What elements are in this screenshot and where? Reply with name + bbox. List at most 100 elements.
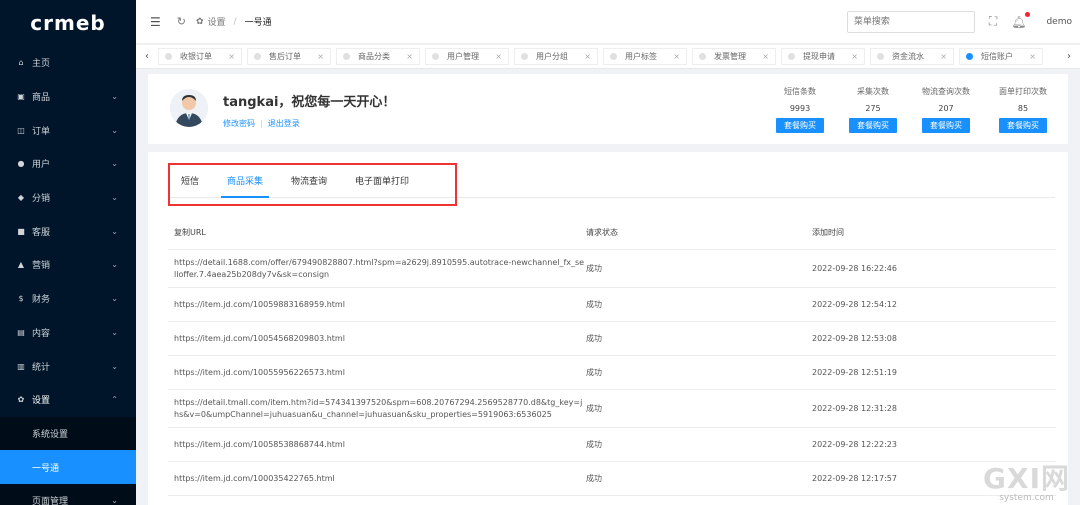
tab-dot-icon: [966, 53, 973, 60]
sidebar-subitem-label: 一号通: [32, 463, 60, 474]
chevron-icon: ⌄: [111, 125, 118, 135]
stat-label: 短信条数: [784, 87, 816, 96]
fullscreen-icon[interactable]: ⛶: [989, 14, 997, 29]
sidebar-item[interactable]: ▲ 营销 ⌄: [0, 248, 136, 282]
tab-dot-icon: [165, 53, 172, 60]
sidebar-item[interactable]: ◫ 订单 ⌄: [0, 113, 136, 147]
user-name[interactable]: demo: [1046, 17, 1072, 27]
sidebar-subitem-label: 页面管理: [32, 497, 69, 505]
page-tab[interactable]: 资金流水 ×: [870, 48, 954, 65]
sidebar-item[interactable]: ▤ 内容 ⌄: [0, 316, 136, 350]
logout-link[interactable]: 退出登录: [268, 119, 300, 128]
breadcrumb-separator: /: [233, 16, 237, 27]
change-password-link[interactable]: 修改密码: [223, 119, 255, 128]
col-header-url: 复制URL: [174, 227, 206, 237]
buy-package-button[interactable]: 套餐购买: [776, 118, 824, 133]
sidebar-item-label: 财务: [32, 295, 51, 306]
tab-label: 提现申请: [803, 52, 835, 61]
chevron-icon: ⌄: [111, 92, 118, 102]
page-tab[interactable]: 短信账户 ×: [959, 48, 1043, 65]
tab-dot-icon: [343, 53, 350, 60]
stat-value: 9993: [789, 104, 811, 113]
close-icon[interactable]: ×: [228, 52, 235, 61]
sidebar-item[interactable]: ⌂ 主页: [0, 46, 136, 80]
sidebar-item-label: 商品: [32, 93, 51, 104]
close-icon[interactable]: ×: [584, 52, 591, 61]
stat-label: 面单打印次数: [999, 87, 1047, 96]
close-icon[interactable]: ×: [762, 52, 769, 61]
sidebar-item[interactable]: ● 用户 ⌄: [0, 147, 136, 181]
tabs-prev-icon[interactable]: ‹: [136, 51, 158, 62]
chevron-icon: ⌄: [111, 294, 118, 304]
close-icon[interactable]: ×: [851, 52, 858, 61]
url-cell: https://item.jd.com/10054568209803.html: [174, 333, 345, 343]
tab-label: 售后订单: [269, 52, 301, 61]
close-icon[interactable]: ×: [406, 52, 413, 61]
page-tab[interactable]: 提现申请 ×: [781, 48, 865, 65]
sidebar-item-label: 订单: [32, 126, 51, 137]
page-tab[interactable]: 发票管理 ×: [692, 48, 776, 65]
chevron-icon: ⌄: [111, 361, 118, 371]
table-row: https://item.jd.com/10058538868744.html 成…: [168, 428, 1056, 462]
tabs-bar: ‹ 收银订单 × 售后订单 × 商品分类 × 用户管理 × 用户分组 × 用户标签 × 发票管理 × 提现申…: [136, 45, 1080, 69]
url-cell: https://item.jd.com/100035422765.html: [174, 473, 335, 483]
tabs-next-icon[interactable]: ›: [1058, 51, 1080, 62]
close-icon[interactable]: ×: [1029, 52, 1036, 61]
sidebar-item[interactable]: $ 财务 ⌄: [0, 282, 136, 316]
sidebar-item[interactable]: ■ 客服 ⌄: [0, 214, 136, 248]
menu-toggle-icon[interactable]: ☰: [150, 15, 161, 29]
tab-dot-icon: [521, 53, 528, 60]
account-panel: tangkai，祝您每一天开心！ 修改密码 | 退出登录 短信条数 9993 套餐购…: [148, 74, 1068, 144]
close-icon[interactable]: ×: [940, 52, 947, 61]
url-cell: https://item.jd.com/10058538868744.html: [174, 439, 345, 449]
sidebar-subitem[interactable]: 系统设置: [0, 417, 136, 451]
tab-label: 用户分组: [536, 52, 568, 61]
table-row: https://item.jd.com/10059883168959.html 成…: [168, 288, 1056, 322]
chevron-icon: ⌄: [111, 260, 118, 270]
tab-dot-icon: [610, 53, 617, 60]
stat-label: 物流查询次数: [922, 87, 970, 96]
tab-label: 资金流水: [892, 52, 924, 61]
table-row: https://item.jd.com/100035422765.html 成功 2…: [168, 462, 1056, 496]
chevron-icon: ⌄: [111, 327, 118, 337]
status-cell: 成功: [586, 440, 602, 449]
bell-icon[interactable]: 🔔︎: [1011, 11, 1031, 29]
sidebar-item[interactable]: ▣ 商品 ⌄: [0, 80, 136, 114]
tab-label: 用户管理: [447, 52, 479, 61]
sidebar-subitem[interactable]: 一号通: [0, 450, 136, 484]
sidebar-item[interactable]: ✿ 设置 ⌃: [0, 383, 136, 417]
buy-package-button[interactable]: 套餐购买: [922, 118, 970, 133]
breadcrumb-parent[interactable]: 设置: [208, 15, 226, 28]
status-cell: 成功: [586, 300, 602, 309]
close-icon[interactable]: ×: [495, 52, 502, 61]
close-icon[interactable]: ×: [673, 52, 680, 61]
buy-package-button[interactable]: 套餐购买: [849, 118, 897, 133]
send-icon: ▲: [17, 260, 25, 270]
breadcrumb: ✿ 设置 / 一号通: [196, 15, 272, 29]
page-tab[interactable]: 商品分类 ×: [336, 48, 420, 65]
sidebar-item[interactable]: ◆ 分销 ⌄: [0, 181, 136, 215]
menu-search-input[interactable]: [846, 10, 975, 33]
page-tab[interactable]: 用户管理 ×: [425, 48, 509, 65]
time-cell: 2022-09-28 12:22:23: [812, 440, 897, 449]
tab-label: 短信账户: [981, 52, 1013, 61]
highlight-box: [168, 163, 457, 206]
page-tab[interactable]: 用户标签 ×: [603, 48, 687, 65]
logo: crmeb: [30, 11, 106, 35]
sidebar-item[interactable]: ▥ 统计 ⌄: [0, 349, 136, 383]
page-tab[interactable]: 售后订单 ×: [247, 48, 331, 65]
chevron-down-icon: ⌄: [111, 496, 118, 505]
page-tab[interactable]: 用户分组 ×: [514, 48, 598, 65]
finance-icon: $: [18, 294, 24, 304]
tab-dot-icon: [254, 53, 261, 60]
sidebar-subitem[interactable]: 页面管理 ⌄: [0, 484, 136, 505]
table-row: https://detail.tmall.com/item.htm?id=574…: [168, 390, 1056, 428]
col-header-time: 添加时间: [812, 228, 844, 237]
chevron-icon: ⌄: [111, 159, 118, 169]
close-icon[interactable]: ×: [317, 52, 324, 61]
refresh-icon[interactable]: ↻: [177, 15, 186, 28]
page-tab[interactable]: 收银订单 ×: [158, 48, 242, 65]
buy-package-button[interactable]: 套餐购买: [999, 118, 1047, 133]
url-cell: https://detail.1688.com/offer/6794908288…: [174, 257, 585, 279]
time-cell: 2022-09-28 12:51:19: [812, 368, 897, 377]
